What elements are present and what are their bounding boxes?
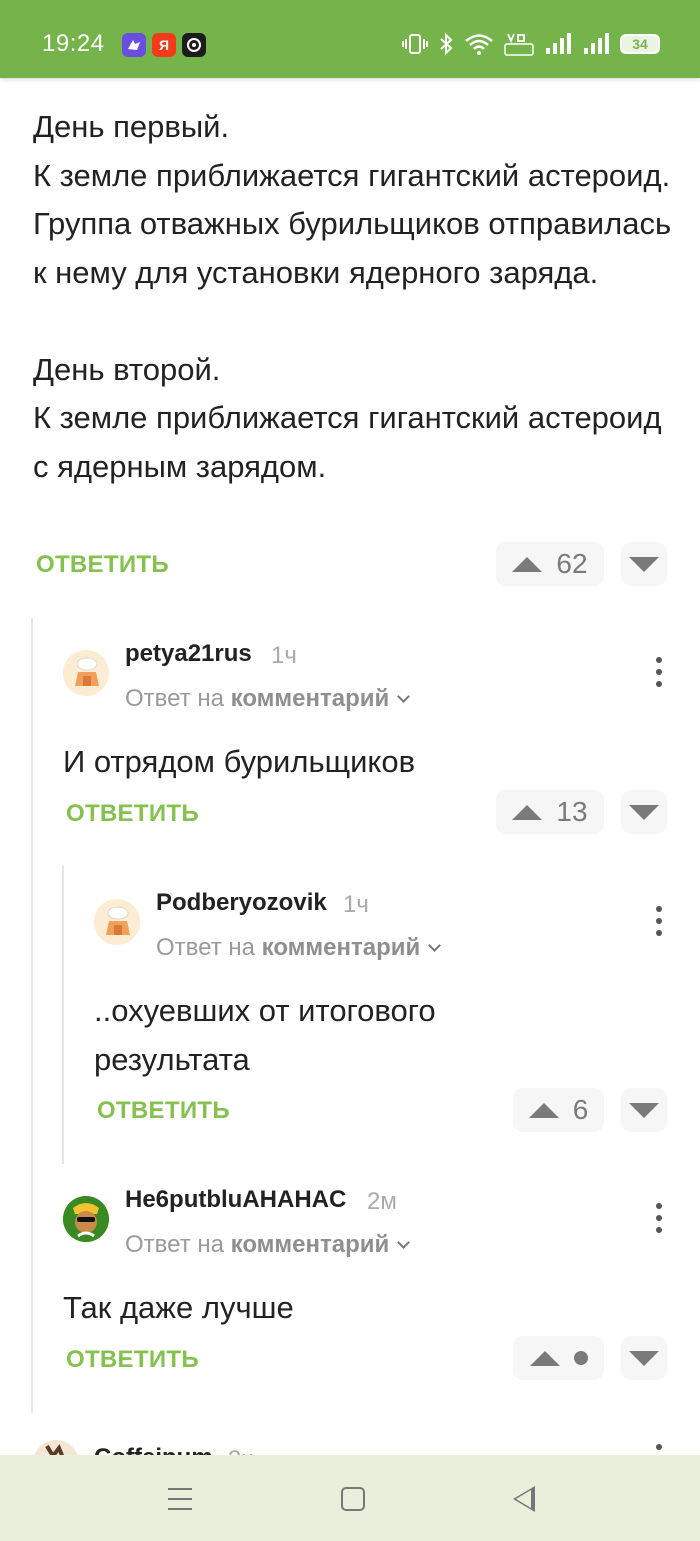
reply-target: комментарий — [230, 685, 390, 712]
comment-time: 2м — [367, 1188, 397, 1215]
yandex-icon: Я — [152, 33, 176, 57]
chevron-down-icon — [428, 939, 442, 952]
upvote-icon[interactable] — [512, 556, 543, 572]
downvote-icon — [629, 1102, 659, 1118]
comment-downvote-button[interactable] — [621, 1336, 667, 1380]
comment-reply-button[interactable]: ОТВЕТИТЬ — [97, 1097, 230, 1125]
vpn-icon — [182, 33, 206, 57]
back-button[interactable] — [513, 1486, 535, 1512]
comment-username[interactable]: Coffeinum — [94, 1444, 213, 1455]
comment-time: 2ч — [228, 1446, 254, 1455]
upvote-icon[interactable] — [528, 1102, 559, 1118]
recents-button[interactable] — [168, 1488, 192, 1510]
status-icons: 34 — [402, 32, 660, 56]
bluetooth-icon — [440, 32, 453, 56]
vibrate-icon — [402, 34, 428, 54]
reply-target: комментарий — [230, 1231, 390, 1258]
avatar[interactable] — [33, 1440, 79, 1455]
signal-icon-2 — [584, 33, 609, 54]
reply-to-link[interactable]: Ответ на комментарий — [125, 685, 411, 713]
post-rating: 62 — [556, 548, 588, 579]
comment-vote-box: 13 — [496, 790, 604, 834]
reply-prefix: Ответ на — [125, 685, 224, 712]
chevron-down-icon — [397, 690, 411, 703]
comment-rating: 6 — [572, 1094, 589, 1125]
post-vote-box: 62 — [496, 542, 604, 586]
status-bar: 19:24 Я 34 — [0, 0, 700, 78]
more-options-icon[interactable] — [654, 1203, 664, 1233]
reply-prefix: Ответ на — [125, 1231, 224, 1258]
avatar[interactable] — [63, 1196, 109, 1242]
downvote-icon — [629, 804, 659, 820]
comment-time: 1ч — [343, 891, 369, 918]
downvote-icon — [629, 556, 659, 572]
comment-rating: 13 — [556, 796, 588, 827]
partial-comment: Coffeinum 2ч — [0, 1430, 700, 1455]
post-text: День первый. К земле приближается гигант… — [33, 109, 672, 484]
comment-vote-box: 6 — [513, 1088, 604, 1132]
post-downvote-button[interactable] — [621, 542, 667, 586]
system-nav-bar — [0, 1455, 700, 1541]
downvote-icon — [629, 1350, 659, 1366]
upvote-icon[interactable] — [512, 804, 543, 820]
comment-vote-box — [513, 1336, 604, 1380]
volte-icon — [504, 33, 534, 56]
home-button[interactable] — [341, 1487, 365, 1511]
comment-username[interactable]: He6putbluAHAHAC — [125, 1186, 346, 1214]
comment-reply-button[interactable]: ОТВЕТИТЬ — [66, 1346, 199, 1374]
comment-username[interactable]: petya21rus — [125, 640, 252, 668]
more-options-icon[interactable] — [654, 657, 664, 687]
status-time: 19:24 — [42, 30, 105, 57]
avatar[interactable] — [94, 899, 140, 945]
launcher-icon — [122, 33, 146, 57]
post-reply-button[interactable]: ОТВЕТИТЬ — [36, 551, 169, 579]
reply-target: комментарий — [261, 934, 421, 961]
reply-to-link[interactable]: Ответ на комментарий — [125, 1231, 411, 1259]
thread-line-nested — [62, 866, 64, 1164]
comment-time: 1ч — [271, 642, 297, 669]
thread-line — [31, 618, 33, 1413]
comment-downvote-button[interactable] — [621, 790, 667, 834]
comment-text: И отрядом бурильщиков — [63, 744, 416, 779]
battery-indicator: 34 — [620, 34, 660, 54]
wifi-icon — [465, 34, 493, 55]
upvote-icon[interactable] — [529, 1350, 560, 1366]
comment-text: Так даже лучше — [63, 1290, 294, 1325]
comment-username[interactable]: Podberyozovik — [156, 889, 327, 917]
comment-reply-button[interactable]: ОТВЕТИТЬ — [66, 800, 199, 828]
chevron-down-icon — [397, 1236, 411, 1249]
more-options-icon[interactable] — [654, 906, 664, 936]
more-options-icon[interactable] — [654, 1444, 664, 1455]
avatar[interactable] — [63, 650, 109, 696]
reply-prefix: Ответ на — [156, 934, 255, 961]
comment-text: ..охуевших от итогового результата — [94, 993, 436, 1077]
signal-icon — [546, 33, 571, 54]
rating-hidden-dot — [573, 1351, 588, 1365]
comment-downvote-button[interactable] — [621, 1088, 667, 1132]
reply-to-link[interactable]: Ответ на комментарий — [156, 934, 442, 962]
